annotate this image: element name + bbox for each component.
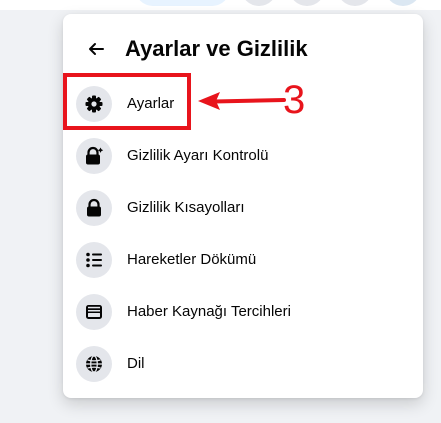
list-icon	[76, 242, 112, 278]
messenger-button[interactable]	[289, 0, 325, 6]
menu-item-language[interactable]: Dil	[71, 340, 415, 388]
menu-item-label: Dil	[127, 355, 145, 372]
back-arrow-icon	[89, 43, 104, 55]
menu-button[interactable]	[241, 0, 277, 6]
notifications-button[interactable]	[337, 0, 373, 6]
profile-shortcut-button[interactable]	[135, 0, 230, 6]
menu-item-label: Gizlilik Ayarı Kontrolü	[127, 147, 269, 164]
account-button[interactable]	[385, 0, 421, 6]
top-navigation-bar	[0, 0, 441, 10]
menu-item-news-feed-preferences[interactable]: Haber Kaynağı Tercihleri	[71, 288, 415, 336]
menu-title: Ayarlar ve Gizlilik	[125, 36, 308, 61]
annotation-arrow	[198, 92, 286, 110]
menu-header: Ayarlar ve Gizlilik	[63, 14, 423, 82]
back-button[interactable]	[80, 33, 112, 65]
news-feed-icon	[76, 294, 112, 330]
menu-item-label: Gizlilik Kısayolları	[127, 199, 245, 216]
settings-privacy-menu: Ayarlar ve Gizlilik Ayarlar Gizlilik Aya…	[63, 14, 423, 398]
menu-item-privacy-checkup[interactable]: Gizlilik Ayarı Kontrolü	[71, 132, 415, 180]
annotation-highlight-box	[63, 73, 191, 130]
globe-icon	[76, 346, 112, 382]
menu-item-label: Haber Kaynağı Tercihleri	[127, 303, 291, 320]
lock-icon	[76, 190, 112, 226]
lock-check-icon	[76, 138, 112, 174]
menu-item-activity-log[interactable]: Hareketler Dökümü	[71, 236, 415, 284]
menu-item-privacy-shortcuts[interactable]: Gizlilik Kısayolları	[71, 184, 415, 232]
menu-item-label: Hareketler Dökümü	[127, 251, 257, 268]
annotation-step-number: 3	[283, 78, 306, 122]
